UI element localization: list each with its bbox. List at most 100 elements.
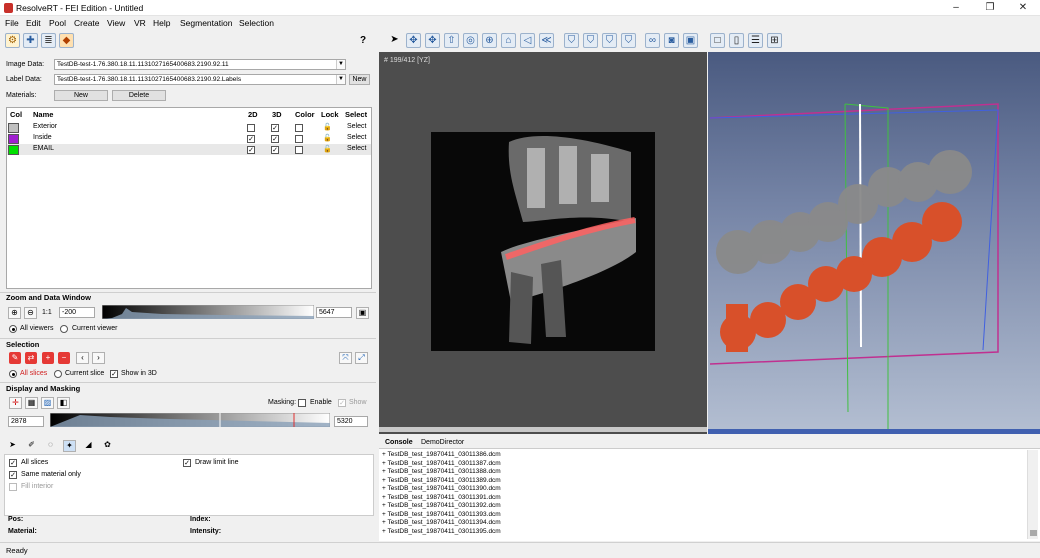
maximize-button[interactable]: ❐ [984, 2, 996, 14]
layout-rows-icon[interactable]: ☰ [748, 33, 763, 48]
material-2d-checkbox[interactable] [247, 124, 255, 132]
show-in-3d-checkbox[interactable]: ✓ [110, 370, 118, 378]
blob-tool-icon[interactable]: ✿ [101, 440, 114, 452]
materials-delete-button[interactable]: Delete [112, 90, 166, 101]
crosshair-icon[interactable]: ✛ [9, 397, 22, 409]
material-row-inside[interactable]: Inside ✓ ✓ 🔓 Select [7, 133, 371, 144]
material-3d-checkbox[interactable]: ✓ [271, 135, 279, 143]
console-scrollbar[interactable] [1027, 450, 1038, 539]
material-color-checkbox[interactable] [295, 146, 303, 154]
collapse-icon[interactable]: ≪ [539, 33, 554, 48]
threshold-tool-icon[interactable]: ◢ [82, 440, 95, 452]
scroll-thumb[interactable] [1030, 530, 1037, 536]
layout-split-icon[interactable]: ▯ [729, 33, 744, 48]
zoom-out-icon[interactable]: ⊖ [24, 307, 37, 319]
histogram-slider[interactable] [102, 305, 314, 319]
menu-vr[interactable]: VR [134, 18, 146, 28]
material-color-swatch[interactable] [8, 145, 19, 155]
prev-icon[interactable]: ‹ [76, 352, 89, 364]
shield-cut-icon[interactable]: ⛉ [602, 33, 617, 48]
material-3d-checkbox[interactable]: ✓ [271, 124, 279, 132]
target-icon[interactable]: ⊕ [482, 33, 497, 48]
material-row-email[interactable]: EMAIL ✓ ✓ 🔓 Select [7, 144, 371, 155]
materials-new-button[interactable]: New [54, 90, 108, 101]
window-reset-icon[interactable]: ▣ [356, 307, 369, 319]
shield-check-icon[interactable]: ⛉ [621, 33, 636, 48]
masking-enable-checkbox[interactable] [298, 399, 306, 407]
draw-limit-checkbox[interactable]: ✓ [183, 459, 191, 467]
shield-icon[interactable]: ⛉ [564, 33, 579, 48]
menu-pool[interactable]: Pool [49, 18, 66, 28]
tool-all-slices-checkbox[interactable]: ✓ [9, 459, 17, 467]
minimize-button[interactable]: – [950, 2, 962, 14]
eraser-icon[interactable]: ✎ [9, 352, 21, 364]
volume-icon[interactable]: ◆ [59, 33, 74, 48]
arrow-tool-icon[interactable]: ➤ [6, 440, 19, 452]
menu-create[interactable]: Create [74, 18, 100, 28]
window-max-input[interactable]: 5647 [316, 307, 352, 318]
segment-icon[interactable]: ✚ [23, 33, 38, 48]
menu-segmentation[interactable]: Segmentation [180, 18, 232, 28]
same-material-checkbox[interactable]: ✓ [9, 471, 17, 479]
contrast-icon[interactable]: ◧ [57, 397, 70, 409]
material-row-exterior[interactable]: Exterior ✓ 🔓 Select [7, 122, 371, 133]
grow-icon[interactable]: ⤢ [355, 352, 368, 364]
all-viewers-radio[interactable] [9, 325, 17, 333]
home-icon[interactable]: ⌂ [501, 33, 516, 48]
mask-histogram-slider[interactable] [50, 413, 330, 427]
layout-grid-icon[interactable]: ⊞ [767, 33, 782, 48]
slice-viewer[interactable]: # 199/412 [YZ] [379, 52, 707, 434]
material-color-checkbox[interactable] [295, 135, 303, 143]
tab-demodirector[interactable]: DemoDirector [421, 439, 464, 446]
shield-edit-icon[interactable]: ⛉ [583, 33, 598, 48]
swap-icon[interactable]: ⇄ [25, 352, 37, 364]
layout-single-icon[interactable]: □ [710, 33, 725, 48]
zoom-in-icon[interactable]: ⊕ [8, 307, 21, 319]
shrink-icon[interactable]: ⤧ [339, 352, 352, 364]
up-icon[interactable]: ⇧ [444, 33, 459, 48]
volume-viewer[interactable] [708, 52, 1040, 434]
next-icon[interactable]: › [92, 352, 105, 364]
layers-icon[interactable]: ≣ [41, 33, 56, 48]
wand-tool-icon[interactable]: ✦ [63, 440, 76, 452]
material-2d-checkbox[interactable]: ✓ [247, 146, 255, 154]
lasso-tool-icon[interactable]: ◌ [44, 440, 57, 452]
pointer-icon[interactable]: ➤ [387, 33, 402, 48]
lock-icon[interactable]: 🔓 [323, 134, 332, 142]
material-2d-checkbox[interactable]: ✓ [247, 135, 255, 143]
mask-min-input[interactable]: 2878 [8, 416, 44, 427]
menu-file[interactable]: File [5, 18, 19, 28]
ct-slice-image[interactable] [431, 132, 655, 351]
picture-icon[interactable]: ▨ [41, 397, 54, 409]
material-select-link[interactable]: Select [347, 123, 366, 130]
label-new-button[interactable]: New [349, 74, 370, 85]
lock-icon[interactable]: 🔓 [323, 123, 332, 131]
move-icon[interactable]: ✥ [406, 33, 421, 48]
glasses-icon[interactable]: ∞ [645, 33, 660, 48]
add-icon[interactable]: + [42, 352, 54, 364]
material-color-swatch[interactable] [8, 123, 19, 133]
lock-icon[interactable]: 🔓 [323, 145, 332, 153]
label-data-select[interactable]: TestDB-test-1.76.380.18.11.1131027165400… [54, 74, 346, 85]
close-button[interactable]: ✕ [1017, 2, 1029, 14]
window-min-input[interactable]: -200 [59, 307, 95, 318]
current-slice-radio[interactable] [54, 370, 62, 378]
volume-scrollbar[interactable] [708, 429, 1040, 434]
remove-icon[interactable]: − [58, 352, 70, 364]
back-icon[interactable]: ◁ [520, 33, 535, 48]
material-select-link[interactable]: Select [347, 134, 366, 141]
image-data-select[interactable]: TestDB-test-1.76.380.18.11.1131027165400… [54, 59, 346, 70]
zoom-ratio[interactable]: 1:1 [42, 309, 52, 316]
brush-tool-icon[interactable]: ✐ [25, 440, 38, 452]
menu-help[interactable]: Help [153, 18, 170, 28]
material-3d-checkbox[interactable]: ✓ [271, 146, 279, 154]
image-edit-icon[interactable]: ▣ [683, 33, 698, 48]
rotate-icon[interactable]: ◎ [463, 33, 478, 48]
menu-selection[interactable]: Selection [239, 18, 274, 28]
tab-console[interactable]: Console [385, 439, 413, 446]
material-color-checkbox[interactable] [295, 124, 303, 132]
material-color-swatch[interactable] [8, 134, 19, 144]
current-viewer-radio[interactable] [60, 325, 68, 333]
help-icon[interactable]: ? [360, 35, 366, 46]
camera-icon[interactable]: ◙ [664, 33, 679, 48]
